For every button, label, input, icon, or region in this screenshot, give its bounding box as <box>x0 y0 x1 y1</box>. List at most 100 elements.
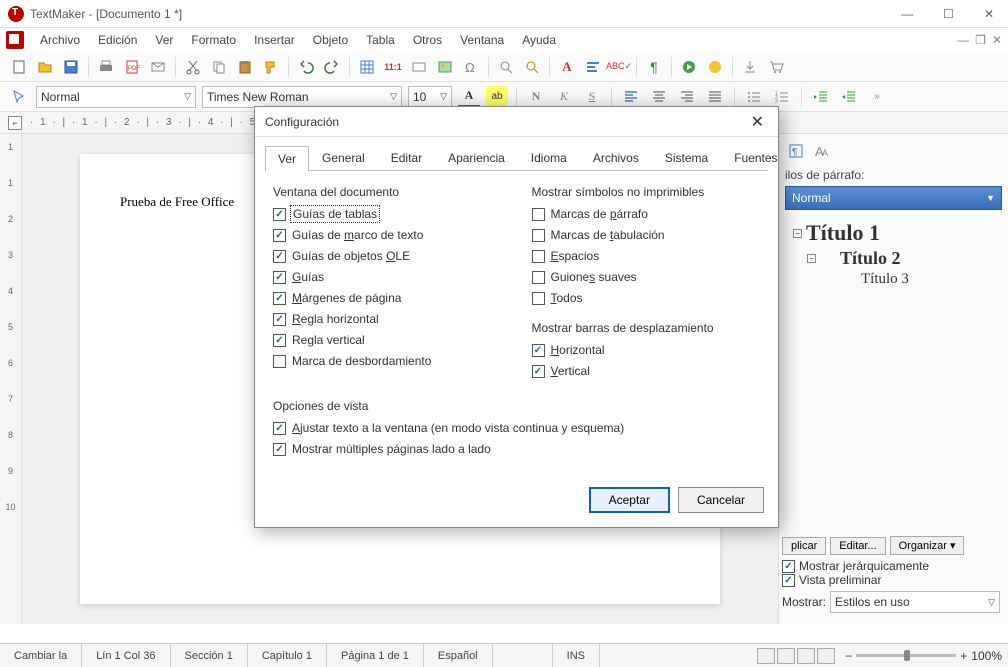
zoom-level-icon[interactable] <box>521 56 543 78</box>
tree-collapse-icon[interactable]: − <box>807 254 816 263</box>
simbolos-checkbox-4[interactable]: Todos <box>532 291 761 305</box>
tab-ver[interactable]: Ver <box>265 146 309 171</box>
checkbox-icon[interactable] <box>273 292 286 305</box>
tab-editar[interactable]: Editar <box>378 145 435 170</box>
simbolos-checkbox-3[interactable]: Guiones suaves <box>532 270 761 284</box>
style-h3[interactable]: Título 3 <box>861 271 909 288</box>
paste-icon[interactable] <box>234 56 256 78</box>
undo-icon[interactable] <box>295 56 317 78</box>
checkbox-icon[interactable] <box>532 208 545 221</box>
simbolos-checkbox-0[interactable]: Marcas de párrafo <box>532 207 761 221</box>
mdi-restore-icon[interactable]: ❐ <box>975 33 986 47</box>
ventana-checkbox-6[interactable]: Regla vertical <box>273 333 502 347</box>
checkbox-icon[interactable] <box>273 334 286 347</box>
font-dropdown[interactable]: Times New Roman▽ <box>202 86 402 108</box>
checkbox-icon[interactable] <box>532 344 545 357</box>
checkbox-icon[interactable] <box>273 422 286 435</box>
mdi-close-icon[interactable]: ✕ <box>992 33 1002 47</box>
print-icon[interactable] <box>95 56 117 78</box>
font-color-icon[interactable]: A <box>458 86 480 108</box>
underline-icon[interactable]: S <box>581 86 603 108</box>
opciones-checkbox-0[interactable]: Ajustar texto a la ventana (en modo vist… <box>273 421 760 435</box>
outdent-icon[interactable] <box>810 86 832 108</box>
checkbox-icon[interactable] <box>273 443 286 456</box>
tab-fuentes[interactable]: Fuentes <box>721 145 790 170</box>
view-layout-icon[interactable] <box>817 648 835 664</box>
preliminar-checkbox[interactable]: Vista preliminar <box>782 573 1000 587</box>
simbolos-checkbox-1[interactable]: Marcas de tabulación <box>532 228 761 242</box>
jerarquico-checkbox[interactable]: Mostrar jerárquicamente <box>782 559 1000 573</box>
maximize-button[interactable]: ☐ <box>937 5 960 23</box>
save-icon[interactable] <box>60 56 82 78</box>
menu-objeto[interactable]: Objeto <box>305 31 356 49</box>
editar-button[interactable]: Editar... <box>830 537 885 555</box>
view-normal-icon[interactable] <box>757 648 775 664</box>
vertical-ruler[interactable]: 112345678910 <box>0 134 22 624</box>
mdi-minimize-icon[interactable]: — <box>957 33 969 47</box>
go-icon[interactable] <box>678 56 700 78</box>
view-outline-icon[interactable] <box>797 648 815 664</box>
open-icon[interactable] <box>34 56 56 78</box>
menu-ayuda[interactable]: Ayuda <box>514 31 564 49</box>
align-center-icon[interactable] <box>648 86 670 108</box>
chevron-down-icon[interactable]: ▼ <box>986 193 995 203</box>
ventana-checkbox-0[interactable]: Guías de tablas <box>273 207 502 221</box>
organizar-button[interactable]: Organizar ▾ <box>890 536 965 555</box>
tree-collapse-icon[interactable]: − <box>793 229 802 238</box>
zoom-slider[interactable] <box>856 654 956 657</box>
style-dropdown[interactable]: Normal▽ <box>36 86 196 108</box>
nonprinting-icon[interactable]: ¶ <box>643 56 665 78</box>
minimize-button[interactable]: — <box>895 5 919 23</box>
menu-insertar[interactable]: Insertar <box>246 31 303 49</box>
menu-formato[interactable]: Formato <box>183 31 244 49</box>
format-painter-icon[interactable] <box>260 56 282 78</box>
checkbox-icon[interactable] <box>273 250 286 263</box>
align-justify-icon[interactable] <box>704 86 726 108</box>
status-language[interactable]: Español <box>424 644 493 667</box>
copy-icon[interactable] <box>208 56 230 78</box>
cart-icon[interactable] <box>765 56 787 78</box>
opciones-checkbox-1[interactable]: Mostrar múltiples páginas lado a lado <box>273 442 760 456</box>
table-icon[interactable] <box>356 56 378 78</box>
pdf-icon[interactable]: PDF <box>121 56 143 78</box>
tab-apariencia[interactable]: Apariencia <box>435 145 518 170</box>
highlight-icon[interactable]: ab <box>486 86 508 108</box>
mostrar-dropdown[interactable]: Estilos en uso▽ <box>830 591 1000 613</box>
options-icon[interactable] <box>704 56 726 78</box>
bullets-icon[interactable] <box>743 86 765 108</box>
menu-archivo[interactable]: Archivo <box>32 31 88 49</box>
tab-idioma[interactable]: Idioma <box>518 145 580 170</box>
simbolos-checkbox-2[interactable]: Espacios <box>532 249 761 263</box>
checkbox-icon[interactable] <box>532 365 545 378</box>
more-icon[interactable]: » <box>866 86 888 108</box>
style-h2[interactable]: Título 2 <box>840 248 901 269</box>
menu-ver[interactable]: Ver <box>147 31 181 49</box>
checkbox-icon[interactable] <box>273 208 286 221</box>
ventana-checkbox-7[interactable]: Marca de desbordamiento <box>273 354 502 368</box>
zoom-icon[interactable] <box>495 56 517 78</box>
menu-ventana[interactable]: Ventana <box>452 31 512 49</box>
status-ins[interactable]: INS <box>553 644 600 667</box>
zoom-in-icon[interactable]: + <box>960 649 967 663</box>
textbox-icon[interactable] <box>408 56 430 78</box>
para-format-icon[interactable] <box>582 56 604 78</box>
numbering-icon[interactable]: 123 <box>771 86 793 108</box>
zoom-value[interactable]: 100% <box>971 649 1002 663</box>
checkbox-icon[interactable] <box>532 229 545 242</box>
style-h1[interactable]: Título 1 <box>806 220 880 246</box>
cut-icon[interactable] <box>182 56 204 78</box>
cancelar-button[interactable]: Cancelar <box>678 487 764 513</box>
redo-icon[interactable] <box>321 56 343 78</box>
checkbox-icon[interactable] <box>273 313 286 326</box>
close-button[interactable]: ✕ <box>978 5 1000 23</box>
tab-general[interactable]: General <box>309 145 378 170</box>
align-right-icon[interactable] <box>676 86 698 108</box>
checkbox-icon[interactable] <box>273 271 286 284</box>
image-icon[interactable] <box>434 56 456 78</box>
ventana-checkbox-3[interactable]: Guías <box>273 270 502 284</box>
bold-icon[interactable]: N <box>525 86 547 108</box>
style-normal[interactable]: Normal ▼ <box>785 186 1002 210</box>
ventana-checkbox-1[interactable]: Guías de marco de texto <box>273 228 502 242</box>
ventana-checkbox-2[interactable]: Guías de objetos OLE <box>273 249 502 263</box>
view-master-icon[interactable] <box>777 648 795 664</box>
